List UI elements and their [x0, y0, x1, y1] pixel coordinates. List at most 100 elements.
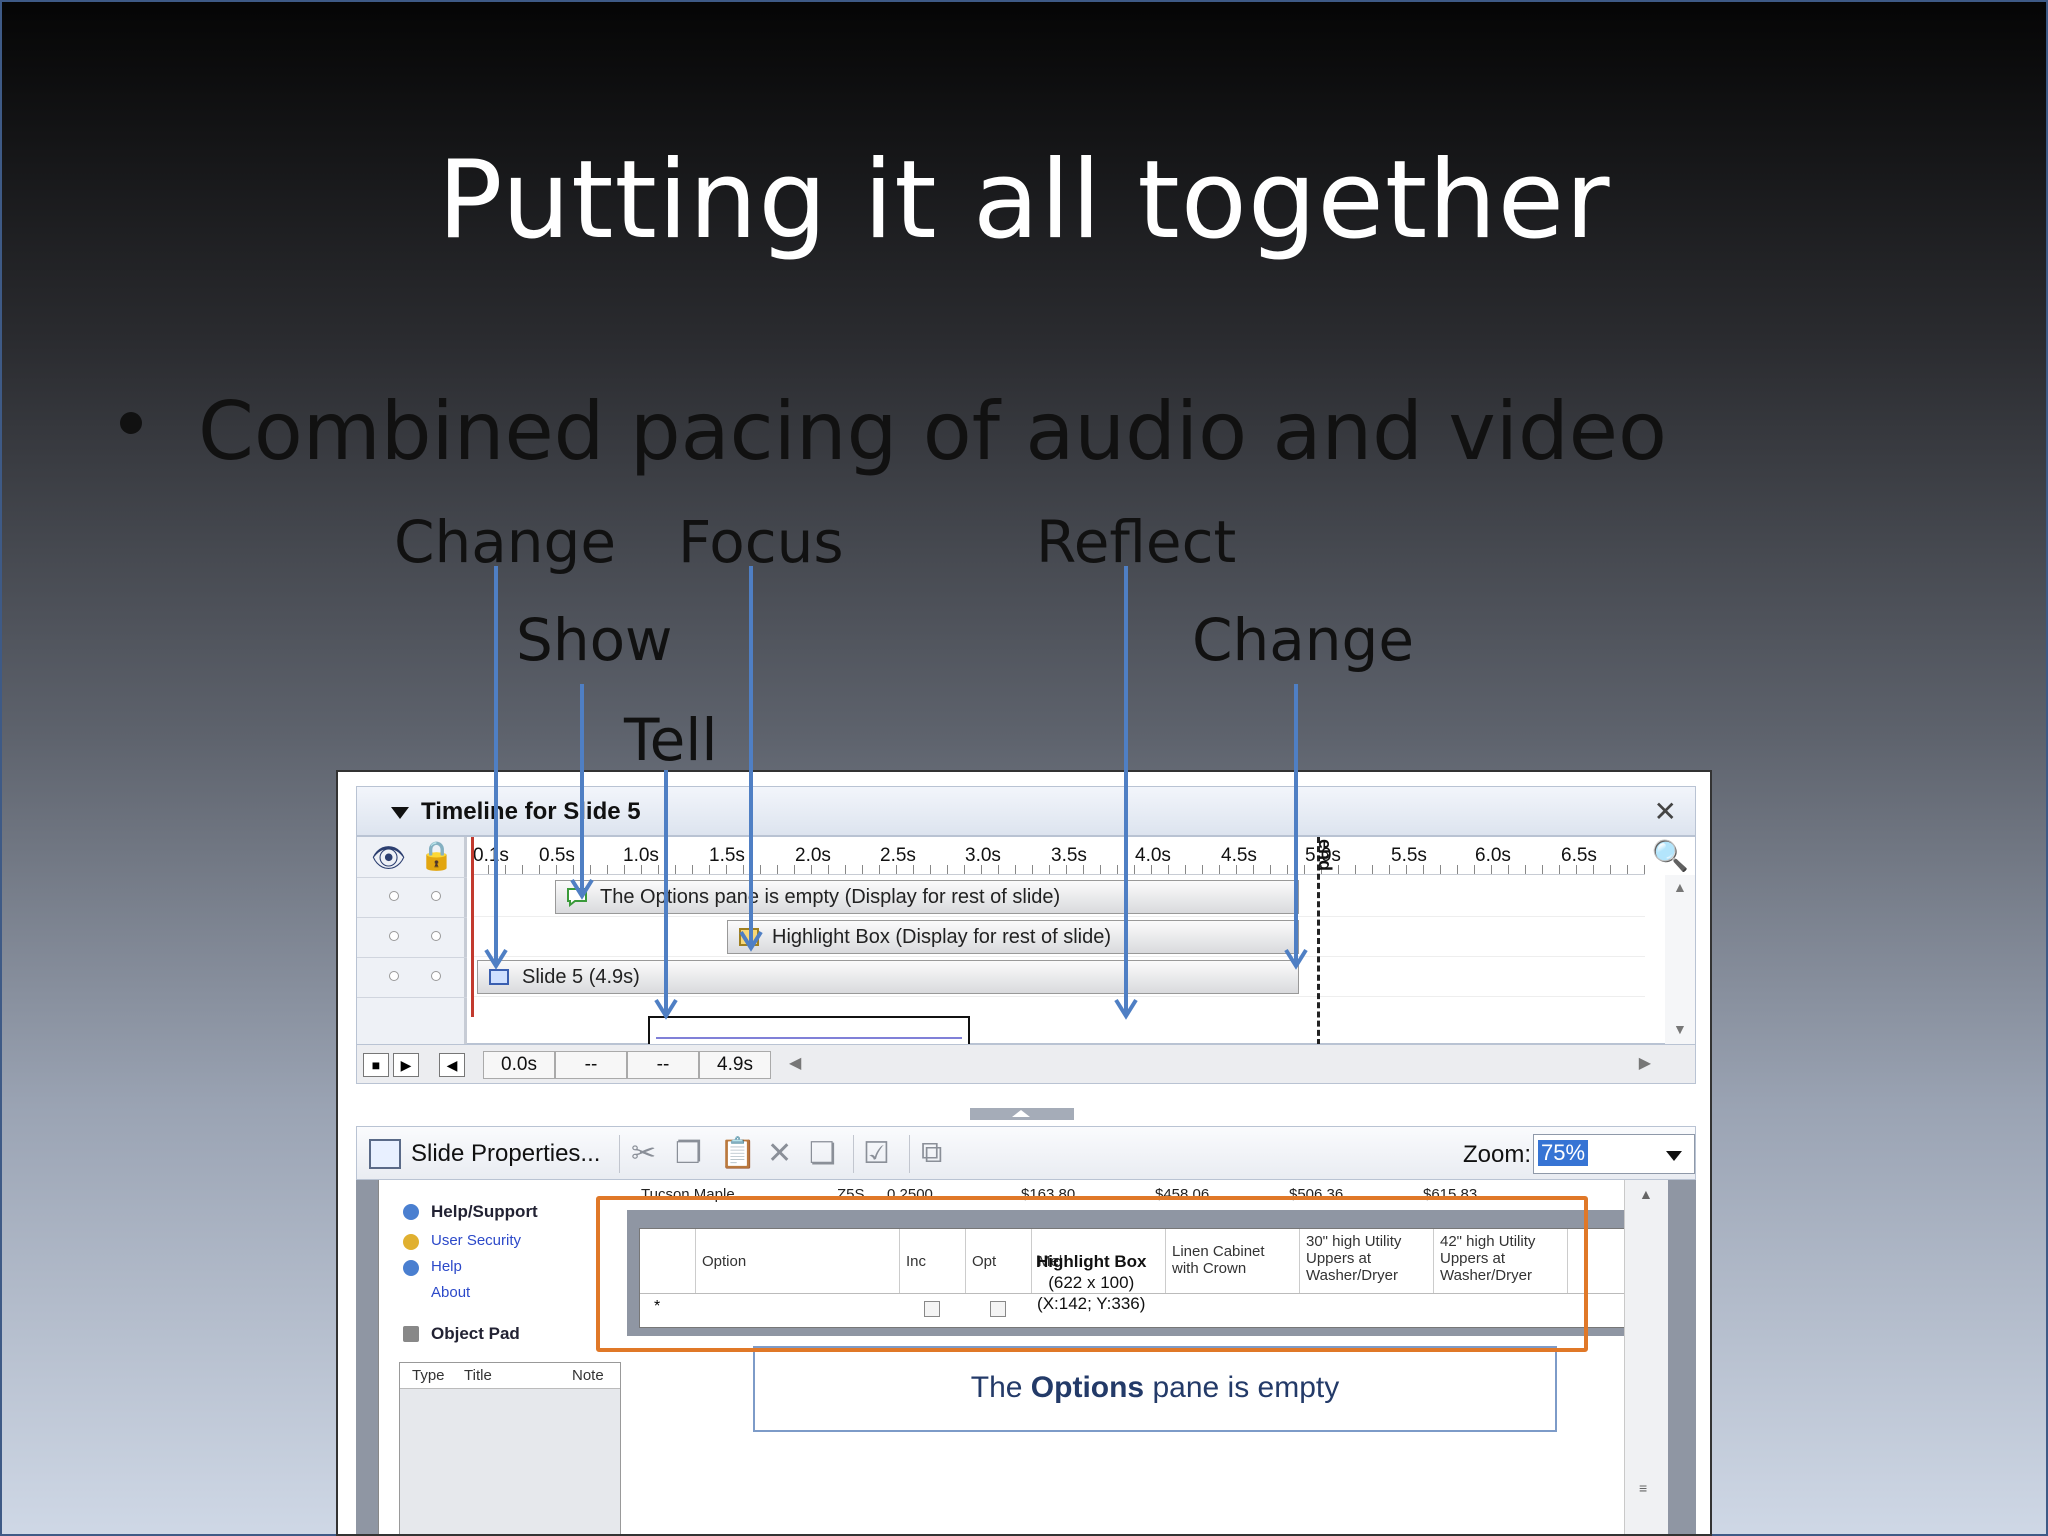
end-time: -- [627, 1051, 699, 1079]
help-link[interactable]: Help [431, 1258, 462, 1275]
timeline-controls: ■ ▶ ◀ 0.0s -- -- 4.9s ◀ ▶ [356, 1044, 1696, 1084]
ruler-label: 4.5s [1221, 845, 1257, 866]
lock-toggle[interactable] [431, 891, 441, 901]
slide-properties-button[interactable]: Slide Properties... [411, 1140, 600, 1168]
column-header: Note [572, 1367, 604, 1384]
slide-bar-label: Slide 5 (4.9s) [522, 966, 640, 988]
ruler-label: 0.1s [473, 845, 509, 866]
slide-bar[interactable]: Slide 5 (4.9s) [477, 960, 1299, 994]
zoom-label: Zoom: [1463, 1141, 1532, 1168]
current-time: 0.0s [483, 1051, 555, 1079]
eye-icon[interactable]: 👁 [371, 841, 407, 874]
stop-button[interactable]: ■ [363, 1053, 389, 1077]
caption-text: pane is empty [1144, 1371, 1340, 1404]
timeline-track: Highlight Box (Display for rest of slide… [471, 917, 1645, 957]
highlight-box-bar[interactable]: Highlight Box (Display for rest of slide… [727, 920, 1299, 954]
bullet-text: Combined pacing of audio and video [198, 385, 1667, 478]
cue-change-1: Change [394, 508, 617, 576]
lock-toggle[interactable] [431, 971, 441, 981]
column-header: Type [412, 1367, 445, 1384]
lock-toggle[interactable] [431, 931, 441, 941]
zoom-value: 75% [1538, 1140, 1589, 1166]
timeline-vertical-scrollbar[interactable]: ▲ ▼ [1665, 875, 1695, 1045]
canvas-vertical-scrollbar[interactable]: ▲ ≡ [1624, 1180, 1668, 1534]
ruler-label: 1.5s [709, 845, 745, 866]
cue-tell: Tell [624, 706, 718, 774]
ruler-ticks [471, 865, 1645, 874]
collapse-triangle-icon[interactable] [391, 807, 409, 819]
scroll-grip-icon[interactable]: ≡ [1639, 1480, 1647, 1496]
ruler-label: 5.5s [1391, 845, 1427, 866]
timeline-header: Timeline for Slide 5 ✕ [356, 786, 1696, 836]
main-toolbar: Slide Properties... ✂ ❐ 📋 ✕ ❏ ☑ ⧉ Zoom: … [356, 1126, 1696, 1180]
ruler-label: 2.5s [880, 845, 916, 866]
bullet-dot [120, 412, 142, 435]
user-security-link[interactable]: User Security [431, 1232, 521, 1249]
visibility-toggle[interactable] [389, 891, 399, 901]
visibility-toggle[interactable] [389, 931, 399, 941]
cue-reflect: Reflect [1036, 508, 1237, 576]
bullet-point: Combined pacing of audio and video [120, 385, 1667, 478]
highlight-box [596, 1196, 1588, 1352]
zoom-select[interactable]: 75% [1533, 1134, 1695, 1174]
scroll-up-icon[interactable]: ▲ [1673, 879, 1687, 895]
highlight-box-bar-label: Highlight Box (Display for rest of slide… [772, 926, 1112, 948]
lock-icon[interactable]: 🔒 [419, 839, 454, 872]
captured-sidebar: Help/Support User Security Help About Ob… [393, 1180, 621, 1534]
playhead[interactable] [471, 837, 474, 1017]
object-pad: Type Title Note [399, 1362, 621, 1534]
timeline-screenshot: Timeline for Slide 5 ✕ 👁 🔒 0.1s 0.5s 1.0… [336, 770, 1712, 1536]
caption-bar[interactable]: The Options pane is empty (Display for r… [555, 880, 1299, 914]
object-pad-icon [403, 1326, 419, 1342]
slide-properties-icon [369, 1139, 401, 1169]
visibility-toggle[interactable] [389, 971, 399, 981]
close-icon[interactable]: ✕ [1654, 795, 1677, 828]
splitter-handle[interactable] [970, 1108, 1074, 1120]
delete-icon[interactable]: ✕ [767, 1136, 792, 1171]
caption-bold-text: Options [1030, 1371, 1145, 1404]
paste-icon[interactable]: 📋 [719, 1136, 756, 1171]
cue-show: Show [516, 606, 673, 674]
timeline-track: Slide 5 (4.9s) [471, 957, 1645, 997]
security-icon [403, 1234, 419, 1250]
object-pad-header: Type Title Note [400, 1363, 620, 1389]
scroll-right-icon[interactable]: ▶ [1639, 1053, 1651, 1073]
copy-icon[interactable]: ❐ [675, 1136, 702, 1171]
timeline-ruler[interactable]: 0.1s 0.5s 1.0s 1.5s 2.0s 2.5s 3.0s 3.5s … [471, 837, 1645, 875]
mute-button[interactable]: ◀ [439, 1053, 465, 1077]
ruler-label: 6.5s [1561, 845, 1597, 866]
ruler-label: 3.5s [1051, 845, 1087, 866]
help-support-heading: Help/Support [431, 1202, 538, 1221]
highlight-box-icon [739, 928, 759, 946]
caption-icon [567, 888, 587, 907]
duration: 4.9s [699, 1051, 771, 1079]
timeline-title: Timeline for Slide 5 [421, 798, 641, 825]
ruler-label: 6.0s [1475, 845, 1511, 866]
timeline-track: The Options pane is empty (Display for r… [471, 877, 1645, 917]
ruler-label: 1.0s [623, 845, 659, 866]
play-button[interactable]: ▶ [393, 1053, 419, 1077]
arrange-icon[interactable]: ⧉ [921, 1136, 942, 1170]
check-icon[interactable]: ☑ [863, 1136, 890, 1171]
scroll-up-icon[interactable]: ▲ [1639, 1186, 1653, 1202]
ruler-label: 4.0s [1135, 845, 1171, 866]
scroll-left-icon[interactable]: ◀ [789, 1053, 801, 1073]
caption-bar-label: The Options pane is empty (Display for r… [600, 886, 1061, 908]
timeline-body: 👁 🔒 0.1s 0.5s 1.0s 1.5s 2.0s 2.5s 3.0s 3… [356, 836, 1696, 1045]
cut-icon[interactable]: ✂ [631, 1136, 656, 1171]
end-label: end [1315, 839, 1335, 872]
options-empty-caption[interactable]: The Options pane is empty [753, 1346, 1557, 1432]
about-link[interactable]: About [431, 1284, 470, 1301]
chevron-down-icon[interactable] [1666, 1151, 1682, 1161]
duplicate-icon[interactable]: ❏ [809, 1136, 836, 1171]
help-icon [403, 1260, 419, 1276]
cue-focus: Focus [678, 508, 844, 576]
column-header: Title [464, 1367, 492, 1384]
ruler-label: 0.5s [539, 845, 575, 866]
object-pad-heading: Object Pad [431, 1324, 520, 1343]
scroll-down-icon[interactable]: ▼ [1673, 1021, 1687, 1037]
magnifier-icon[interactable]: 🔍 [1652, 839, 1689, 874]
timeline-layer-controls: 👁 🔒 [357, 837, 467, 1045]
start-time: -- [555, 1051, 627, 1079]
cue-change-2: Change [1192, 606, 1415, 674]
